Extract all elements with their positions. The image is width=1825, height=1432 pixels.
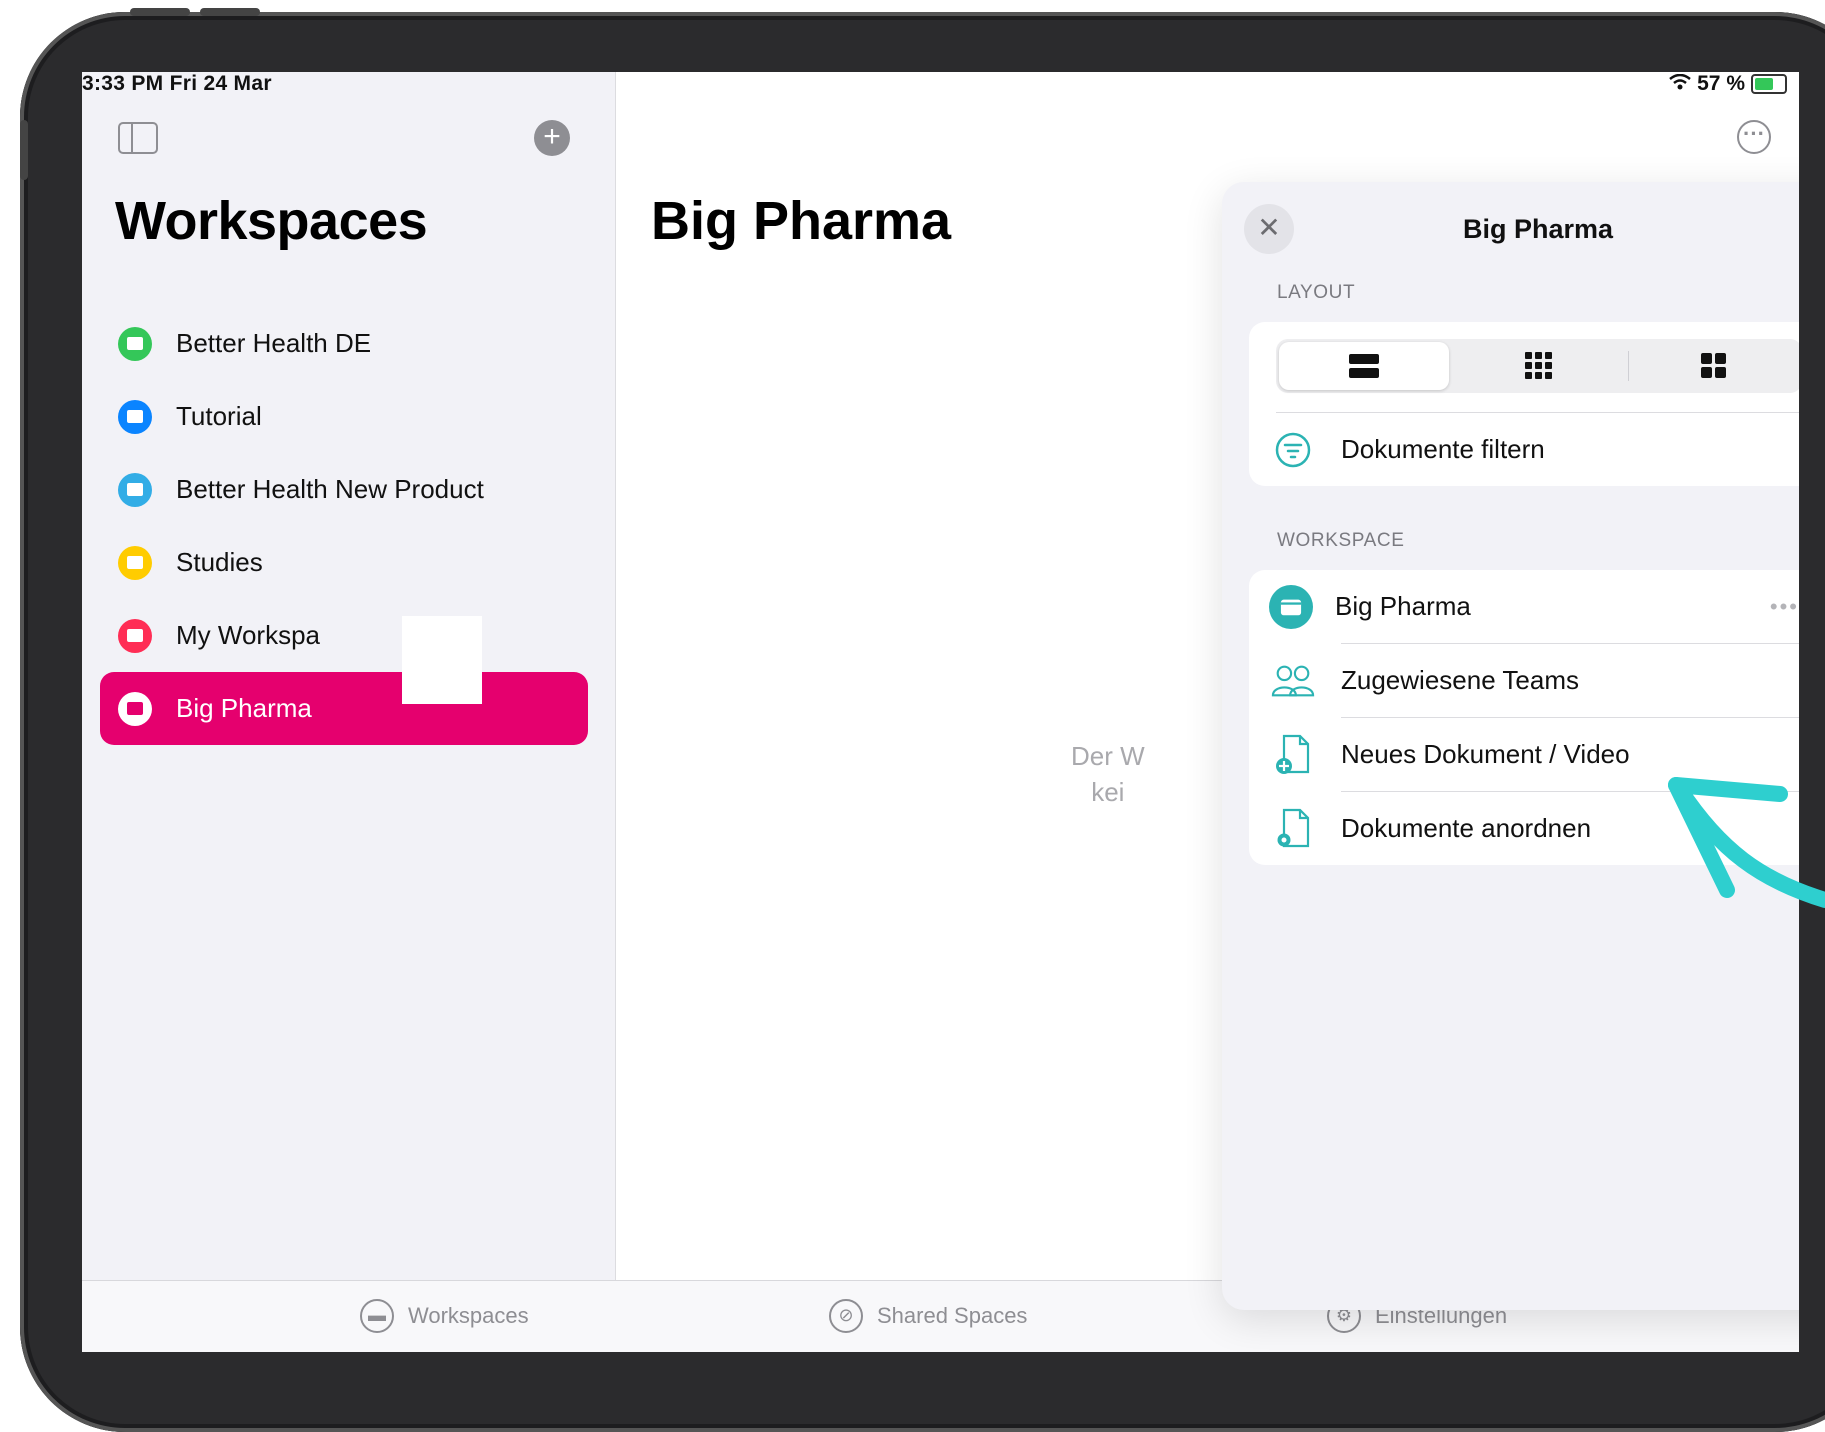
annotation-arrow [1668,777,1825,908]
